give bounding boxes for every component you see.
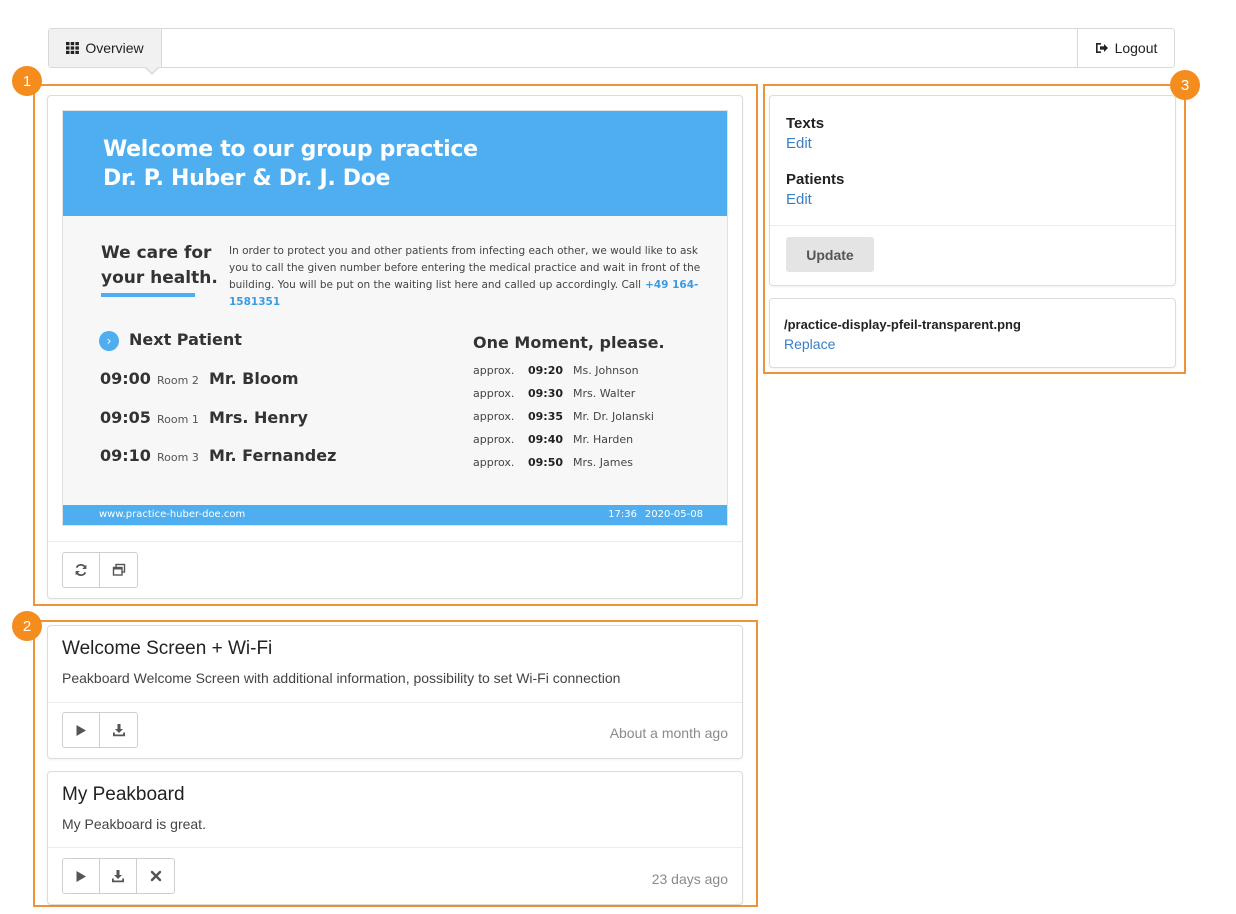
texts-label: Texts [786, 115, 825, 132]
waiting-name: Ms. Johnson [573, 364, 639, 377]
preview-divider [48, 541, 742, 542]
waiting-row: approx. 09:40 Mr. Harden [473, 433, 713, 451]
care-underline [101, 293, 195, 297]
appointment-time: 09:10 [100, 446, 151, 465]
waiting-name: Mrs. James [573, 456, 633, 469]
top-navbar: Overview Logout [48, 28, 1175, 75]
waiting-name: Mr. Harden [573, 433, 634, 446]
board-divider [48, 702, 742, 703]
waiting-time: 09:20 [528, 364, 564, 377]
preview-title-line2: Dr. P. Huber & Dr. J. Doe [103, 166, 391, 191]
variables-card: Texts Edit Patients Edit Update [769, 95, 1176, 286]
overview-tab-label: Overview [85, 40, 144, 56]
patients-label: Patients [786, 171, 845, 188]
refresh-button[interactable] [63, 553, 100, 587]
board-divider [48, 847, 742, 848]
waiting-name: Mr. Dr. Jolanski [573, 410, 654, 423]
appointment-room: Room 1 [157, 413, 199, 426]
board-description: Peakboard Welcome Screen with additional… [62, 670, 621, 686]
download-button[interactable] [100, 713, 137, 747]
download-icon [112, 724, 125, 737]
replace-link[interactable]: Replace [784, 336, 835, 352]
overview-tab[interactable]: Overview [49, 29, 162, 67]
texts-edit-link[interactable]: Edit [786, 135, 812, 152]
logout-button[interactable]: Logout [1077, 29, 1174, 67]
update-button[interactable]: Update [786, 237, 874, 272]
play-icon [76, 724, 86, 736]
waiting-name: Mrs. Walter [573, 387, 636, 400]
waiting-approx: approx. [473, 364, 515, 377]
chevron-right-icon: › [99, 331, 119, 351]
appointment-room: Room 2 [157, 374, 199, 387]
waiting-time: 09:50 [528, 456, 564, 469]
preview-footer: www.practice-huber-doe.com 17:36 2020-05… [63, 505, 727, 525]
variables-divider [770, 225, 1175, 226]
appointment-room: Room 3 [157, 451, 199, 464]
waiting-approx: approx. [473, 410, 515, 423]
file-name: /practice-display-pfeil-transparent.png [784, 317, 1021, 332]
board-updated-time: 23 days ago [651, 871, 728, 887]
appointment-row: 09:10 Room 3 Mr. Fernandez [100, 446, 460, 470]
grid-icon [66, 42, 80, 54]
waiting-row: approx. 09:30 Mrs. Walter [473, 387, 713, 405]
board-actions [62, 858, 175, 894]
play-icon [76, 870, 86, 882]
preview-actions [62, 552, 138, 588]
badge-1: 1 [12, 66, 42, 96]
close-icon [150, 870, 161, 882]
board-title: My Peakboard [62, 784, 185, 805]
footer-url: www.practice-huber-doe.com [99, 509, 246, 520]
care-line1: We care for [101, 243, 212, 263]
patients-edit-link[interactable]: Edit [786, 191, 812, 208]
appointment-row: 09:05 Room 1 Mrs. Henry [100, 408, 460, 432]
board-card: Welcome Screen + Wi-Fi Peakboard Welcome… [47, 625, 743, 759]
appointment-name: Mr. Bloom [209, 369, 299, 388]
appointment-name: Mr. Fernandez [209, 446, 337, 465]
preview-title-line1: Welcome to our group practice [103, 137, 478, 162]
board-actions [62, 712, 138, 748]
badge-2: 2 [12, 611, 42, 641]
next-patient-title: Next Patient [129, 330, 242, 349]
play-button[interactable] [63, 859, 100, 893]
delete-button[interactable] [137, 859, 174, 893]
one-moment-title: One Moment, please. [473, 333, 665, 352]
preview-header: Welcome to our group practice Dr. P. Hub… [63, 111, 727, 216]
waiting-time: 09:35 [528, 410, 564, 423]
waiting-row: approx. 09:20 Ms. Johnson [473, 364, 713, 382]
badge-3: 3 [1170, 70, 1200, 100]
waiting-approx: approx. [473, 456, 515, 469]
display-preview: Welcome to our group practice Dr. P. Hub… [62, 110, 728, 526]
appointment-time: 09:05 [100, 408, 151, 427]
refresh-icon [75, 563, 87, 577]
board-updated-time: About a month ago [609, 725, 728, 741]
download-icon [112, 870, 124, 883]
appointment-row: 09:00 Room 2 Mr. Bloom [100, 369, 460, 393]
logout-label: Logout [1114, 40, 1158, 56]
board-title: Welcome Screen + Wi-Fi [62, 638, 273, 659]
info-text: In order to protect you and other patien… [229, 243, 714, 311]
info-text-body: In order to protect you and other patien… [229, 245, 701, 291]
waiting-approx: approx. [473, 387, 515, 400]
waiting-approx: approx. [473, 433, 515, 446]
open-window-button[interactable] [100, 553, 137, 587]
care-line2: your health. [101, 268, 218, 288]
play-button[interactable] [63, 713, 100, 747]
board-card: My Peakboard My Peakboard is great. 23 d… [47, 771, 743, 905]
footer-date: 2020-05-08 [644, 509, 703, 520]
board-description: My Peakboard is great. [62, 816, 206, 832]
appointment-name: Mrs. Henry [209, 408, 308, 427]
waiting-time: 09:30 [528, 387, 564, 400]
care-heading: We care for your health. [101, 241, 218, 291]
window-restore-icon [112, 563, 125, 576]
active-tab-caret [144, 66, 160, 75]
file-card: /practice-display-pfeil-transparent.png … [769, 298, 1176, 368]
appointment-time: 09:00 [100, 369, 151, 388]
waiting-row: approx. 09:50 Mrs. James [473, 456, 713, 474]
waiting-time: 09:40 [528, 433, 564, 446]
logout-icon [1095, 43, 1108, 53]
download-button[interactable] [100, 859, 137, 893]
waiting-row: approx. 09:35 Mr. Dr. Jolanski [473, 410, 713, 428]
footer-time: 17:36 [608, 509, 637, 520]
